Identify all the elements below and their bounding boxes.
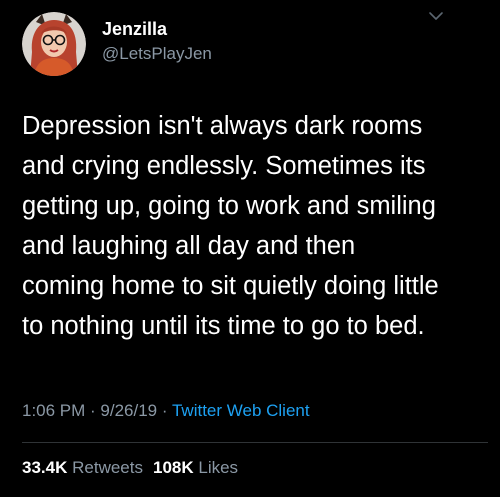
retweets-label: Retweets	[72, 458, 143, 477]
tweet-text: Depression isn't always dark rooms and c…	[22, 106, 487, 346]
tweet-header: Jenzilla @LetsPlayJen	[22, 8, 482, 80]
retweets-stat[interactable]: 33.4K Retweets	[22, 458, 143, 477]
tweet-text-line: Depression isn't always dark rooms	[22, 112, 423, 140]
likes-count: 108K	[152, 458, 194, 477]
tweet-text-line: to nothing until its time to go to bed.	[22, 312, 425, 340]
tweet-text-line: and crying endlessly. Sometimes its	[22, 152, 426, 180]
tweet-date[interactable]: 9/26/19	[100, 401, 157, 420]
retweets-count: 33.4K	[22, 458, 68, 477]
avatar[interactable]	[22, 12, 86, 76]
tweet-card: Jenzilla @LetsPlayJen Depression isn't a…	[0, 0, 500, 497]
meta-separator: ·	[157, 401, 172, 420]
likes-stat[interactable]: 108K Likes	[153, 458, 238, 477]
divider	[22, 442, 488, 443]
chevron-down-icon[interactable]	[428, 10, 444, 22]
tweet-meta: 1:06 PM · 9/26/19 · Twitter Web Client	[22, 399, 310, 423]
tweet-text-line: coming home to sit quietly doing little	[22, 272, 439, 300]
tweet-time[interactable]: 1:06 PM	[22, 401, 85, 420]
meta-separator: ·	[85, 401, 101, 420]
profile-photo-icon	[22, 12, 86, 76]
tweet-text-line: and laughing all day and then	[22, 232, 356, 260]
tweet-text-line: getting up, going to work and smiling	[22, 192, 436, 220]
likes-label: Likes	[198, 458, 239, 477]
user-names: Jenzilla @LetsPlayJen	[102, 18, 212, 66]
tweet-source-link[interactable]: Twitter Web Client	[172, 401, 310, 420]
user-handle[interactable]: @LetsPlayJen	[102, 42, 212, 66]
display-name[interactable]: Jenzilla	[102, 18, 212, 40]
tweet-stats: 33.4K Retweets 108K Likes	[22, 456, 238, 480]
